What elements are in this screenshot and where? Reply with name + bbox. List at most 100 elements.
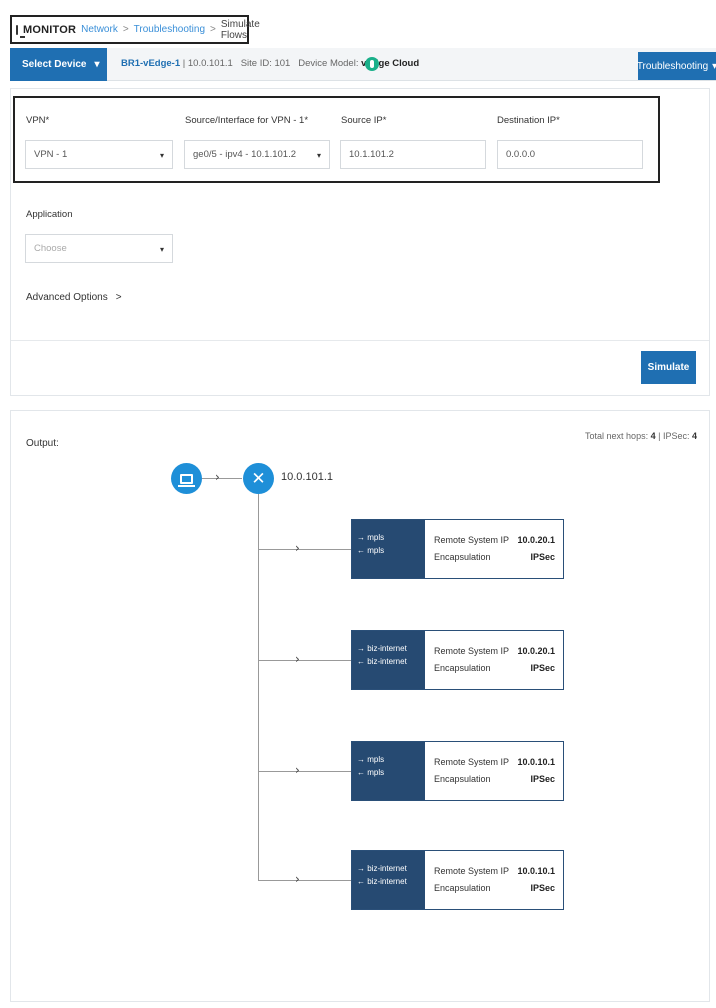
vpn-label: VPN* — [26, 115, 50, 126]
source-node[interactable] — [171, 463, 202, 494]
remote-system-ip-label: Remote System IP — [434, 757, 510, 767]
hop-in-color: ← mpls — [357, 768, 385, 777]
form-divider — [11, 340, 709, 341]
next-hops-label: Total next hops: — [585, 431, 649, 441]
encapsulation-label: Encapsulation — [434, 774, 491, 784]
next-hops-count: 4 — [650, 431, 656, 441]
source-ip-value: 10.1.101.2 — [349, 149, 394, 160]
device-name[interactable]: BR1-vEdge-1 — [121, 58, 180, 69]
chevron-down-icon: ▾ — [159, 245, 164, 254]
encapsulation-value: IPSec — [530, 883, 555, 893]
arrow-right-icon: › — [295, 652, 300, 666]
remote-system-ip-value: 10.0.20.1 — [517, 646, 555, 656]
next-hop-card[interactable]: → mpls ← mpls Remote System IP Encapsula… — [351, 519, 564, 579]
simulate-form: VPN* VPN - 1 ▾ Source/Interface for VPN … — [10, 88, 710, 396]
breadcrumb: MONITOR Network > Troubleshooting > Simu… — [10, 15, 260, 44]
connector-line — [258, 549, 351, 550]
top-bar: MONITOR Network > Troubleshooting > Simu… — [0, 0, 716, 50]
hop-out-color: → biz-internet — [357, 644, 407, 653]
breadcrumb-monitor[interactable]: MONITOR — [23, 24, 76, 36]
next-hops-summary: Total next hops: 4 | IPSec: 4 — [585, 431, 697, 441]
troubleshooting-button[interactable]: Troubleshooting ▾ — [637, 52, 716, 80]
connector-line — [202, 478, 242, 479]
hop-field-values: 10.0.20.1 IPSec — [517, 643, 555, 677]
arrow-right-icon: › — [215, 470, 220, 484]
source-interface-select[interactable]: ge0/5 - ipv4 - 10.1.101.2 ▾ — [184, 140, 330, 169]
chevron-down-icon: ▾ — [94, 59, 100, 70]
chevron-down-icon: ▾ — [316, 151, 321, 160]
remote-system-ip-value: 10.0.20.1 — [517, 535, 555, 545]
simulate-button[interactable]: Simulate — [641, 351, 696, 384]
encapsulation-label: Encapsulation — [434, 883, 491, 893]
remote-system-ip-value: 10.0.10.1 — [517, 866, 555, 876]
hop-field-values: 10.0.10.1 IPSec — [517, 863, 555, 897]
trunk-line — [258, 494, 259, 880]
hop-color-block: → mpls ← mpls — [352, 742, 425, 800]
application-label: Application — [26, 209, 73, 220]
connector-line — [258, 880, 351, 881]
destination-ip-input[interactable]: 0.0.0.0 — [497, 140, 643, 169]
arrow-right-icon: › — [295, 763, 300, 777]
arrow-right-icon: › — [295, 541, 300, 555]
advanced-options-label: Advanced Options — [26, 292, 108, 303]
hop-field-labels: Remote System IP Encapsulation — [434, 863, 509, 897]
source-interface-label: Source/Interface for VPN - 1* — [185, 115, 309, 126]
device-bar: Select Device ▾ BR1-vEdge-1 | 10.0.101.1… — [10, 48, 716, 81]
encapsulation-value: IPSec — [530, 774, 555, 784]
chevron-down-icon: ▾ — [159, 151, 164, 160]
next-hop-card[interactable]: → mpls ← mpls Remote System IP Encapsula… — [351, 741, 564, 801]
destination-ip-label: Destination IP* — [497, 115, 560, 126]
breadcrumb-troubleshooting[interactable]: Troubleshooting — [134, 24, 205, 35]
application-select[interactable]: Choose ▾ — [25, 234, 173, 263]
output-panel: Output: Total next hops: 4 | IPSec: 4 › … — [10, 410, 710, 1002]
encapsulation-label: Encapsulation — [434, 552, 491, 562]
router-ip: 10.0.101.1 — [281, 471, 333, 483]
remote-system-ip-label: Remote System IP — [434, 866, 510, 876]
status-ok-icon — [365, 57, 379, 71]
next-hop-card[interactable]: → biz-internet ← biz-internet Remote Sys… — [351, 850, 564, 910]
vpn-value: VPN - 1 — [34, 149, 68, 160]
application-placeholder: Choose — [34, 243, 67, 254]
encapsulation-value: IPSec — [530, 663, 555, 673]
select-device-label: Select Device — [22, 59, 87, 70]
hop-field-values: 10.0.20.1 IPSec — [517, 532, 555, 566]
arrow-right-icon: › — [295, 872, 300, 886]
chevron-right-icon: > — [115, 292, 122, 303]
router-node[interactable]: ✕ — [243, 463, 274, 494]
select-device-button[interactable]: Select Device ▾ — [10, 48, 107, 81]
breadcrumb-network[interactable]: Network — [81, 24, 118, 35]
encapsulation-label: Encapsulation — [434, 663, 491, 673]
destination-ip-value: 0.0.0.0 — [506, 149, 536, 160]
next-hop-card[interactable]: → biz-internet ← biz-internet Remote Sys… — [351, 630, 564, 690]
connector-line — [258, 771, 351, 772]
vpn-select[interactable]: VPN - 1 ▾ — [25, 140, 173, 169]
source-ip-input[interactable]: 10.1.101.2 — [340, 140, 486, 169]
monitor-icon — [16, 24, 25, 38]
hop-in-color: ← biz-internet — [357, 877, 407, 886]
breadcrumb-current: Simulate Flows — [220, 18, 260, 41]
hop-field-values: 10.0.10.1 IPSec — [517, 754, 555, 788]
connector-line — [258, 660, 351, 661]
hop-out-color: → biz-internet — [357, 864, 407, 873]
device-ip: | 10.0.101.1 — [180, 58, 233, 69]
source-ip-label: Source IP* — [341, 115, 387, 126]
advanced-options-toggle[interactable]: Advanced Options > — [26, 292, 122, 303]
hop-in-color: ← mpls — [357, 546, 385, 555]
source-interface-value: ge0/5 - ipv4 - 10.1.101.2 — [193, 149, 296, 160]
hop-out-color: → mpls — [357, 755, 385, 764]
hop-color-block: → biz-internet ← biz-internet — [352, 631, 425, 689]
device-model-label: Device Model: — [298, 58, 359, 69]
ipsec-label: IPSec: — [662, 431, 690, 441]
breadcrumb-separator: > — [122, 24, 129, 35]
hop-color-block: → biz-internet ← biz-internet — [352, 851, 425, 909]
remote-system-ip-label: Remote System IP — [434, 646, 510, 656]
chevron-down-icon: ▾ — [712, 60, 716, 72]
hop-field-labels: Remote System IP Encapsulation — [434, 532, 509, 566]
breadcrumb-separator: > — [210, 24, 216, 35]
remote-system-ip-label: Remote System IP — [434, 535, 510, 545]
router-icon: ✕ — [251, 468, 266, 489]
hop-color-block: → mpls ← mpls — [352, 520, 425, 578]
laptop-icon — [178, 473, 195, 487]
ipsec-count: 4 — [691, 431, 697, 441]
hop-field-labels: Remote System IP Encapsulation — [434, 643, 509, 677]
